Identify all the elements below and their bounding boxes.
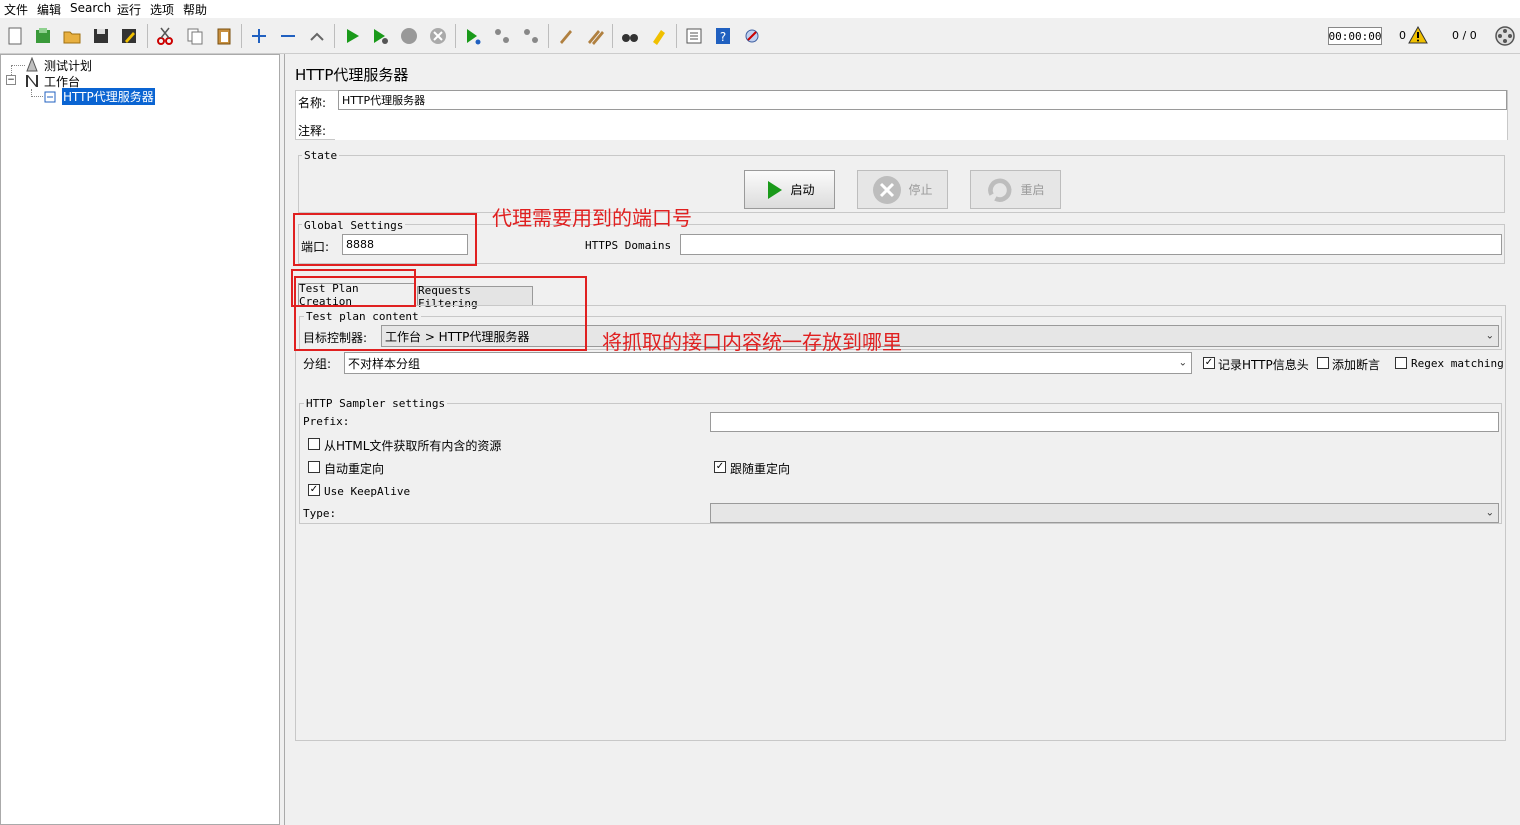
grouping-select[interactable]: 不对样本分组 ⌄ (344, 352, 1192, 374)
reset-search-icon[interactable] (647, 24, 671, 48)
chevron-down-icon: ⌄ (1485, 507, 1494, 519)
stop-circle-icon (873, 175, 902, 204)
menu-search[interactable]: Search (70, 1, 111, 15)
tree-item-test-plan[interactable]: 测试计划 (44, 57, 92, 74)
menu-options[interactable]: 选项 (150, 1, 174, 18)
add-assertions-label: 添加断言 (1332, 358, 1381, 372)
tree-item-http-proxy[interactable]: HTTP代理服务器 (62, 88, 155, 105)
start-no-pause-icon[interactable] (368, 24, 392, 48)
save-as-icon[interactable] (117, 24, 141, 48)
prefix-label: Prefix: (303, 415, 350, 428)
type-label: Type: (303, 507, 337, 520)
paste-icon[interactable] (212, 24, 236, 48)
keepalive-checkbox[interactable]: ✓ (308, 484, 320, 496)
toggle-icon[interactable] (305, 24, 329, 48)
test-plan-icon (24, 56, 40, 73)
collapse-icon[interactable] (276, 24, 300, 48)
menu-help[interactable]: 帮助 (183, 1, 207, 18)
restart-button-label: 重启 (1020, 183, 1045, 197)
menu-bar: 文件 编辑 Search 运行 选项 帮助 (0, 0, 1520, 18)
add-assertions-checkbox[interactable] (1317, 357, 1329, 369)
record-headers-checkbox[interactable]: ✓ (1203, 357, 1215, 369)
start-icon[interactable] (340, 24, 364, 48)
auto-redirect-checkbox[interactable] (308, 461, 320, 473)
tree-collapse-toggle[interactable]: − (6, 75, 16, 85)
start-button-label: 启动 (790, 183, 815, 197)
regex-matching-label: Regex matching (1411, 357, 1504, 370)
toolbar: ? 00:00:00 0 0 / 0 (0, 18, 1520, 54)
remote-start-icon[interactable] (461, 24, 485, 48)
restart-button[interactable]: 重启 (970, 170, 1061, 209)
restart-icon (988, 178, 1012, 202)
help-icon[interactable]: ? (711, 24, 735, 48)
search-icon[interactable] (618, 24, 642, 48)
retrieve-resources-checkbox[interactable] (308, 438, 320, 450)
follow-redirects-label: 跟随重定向 (730, 462, 791, 476)
clear-icon[interactable] (554, 24, 578, 48)
expand-icon[interactable] (247, 24, 271, 48)
tree-panel: 测试计划 − 工作台 HTTP代理服务器 (0, 54, 280, 825)
start-button[interactable]: 启动 (744, 170, 835, 209)
save-icon[interactable] (89, 24, 113, 48)
running-indicator-icon (1494, 25, 1516, 47)
follow-redirects-checkbox[interactable]: ✓ (714, 461, 726, 473)
retrieve-resources-label: 从HTML文件获取所有内含的资源 (324, 439, 502, 453)
stop-button-label: 停止 (908, 183, 933, 197)
warning-icon[interactable] (1408, 25, 1428, 44)
remote-icon[interactable] (740, 24, 764, 48)
https-domains-input[interactable] (680, 234, 1502, 255)
target-annotation: 将抓取的接口内容统一存放到哪里 (602, 330, 902, 354)
grouping-label: 分组: (303, 357, 332, 371)
shutdown-icon[interactable] (426, 24, 450, 48)
record-headers-label: 记录HTTP信息头 (1218, 358, 1309, 372)
comment-input[interactable] (335, 116, 1507, 140)
auto-redirect-label: 自动重定向 (324, 462, 385, 476)
port-annotation: 代理需要用到的端口号 (492, 206, 692, 230)
copy-icon[interactable] (183, 24, 207, 48)
prefix-input[interactable] (710, 412, 1499, 432)
chevron-down-icon: ⌄ (1178, 357, 1187, 369)
elapsed-timer: 00:00:00 (1328, 27, 1382, 45)
regex-matching-checkbox[interactable] (1395, 357, 1407, 369)
keepalive-label: Use KeepAlive (324, 485, 411, 498)
open-icon[interactable] (60, 24, 84, 48)
chevron-down-icon: ⌄ (1485, 330, 1494, 342)
menu-edit[interactable]: 编辑 (37, 1, 61, 18)
page-title: HTTP代理服务器 (295, 66, 409, 84)
comment-label: 注释: (298, 124, 327, 138)
http-sampler-legend: HTTP Sampler settings (304, 397, 448, 410)
name-label: 名称: (298, 96, 327, 110)
target-highlight-box (294, 276, 587, 351)
port-highlight-box (293, 213, 477, 266)
remote-exit-icon[interactable] (519, 24, 543, 48)
stop-button[interactable]: 停止 (857, 170, 948, 209)
proxy-server-icon (43, 90, 57, 104)
warning-count: 0 (1399, 29, 1406, 42)
menu-file[interactable]: 文件 (4, 1, 28, 18)
menu-run[interactable]: 运行 (117, 1, 141, 18)
cut-icon[interactable] (153, 24, 177, 48)
type-select[interactable]: ⌄ (710, 503, 1499, 523)
stop-icon[interactable] (397, 24, 421, 48)
clear-all-icon[interactable] (583, 24, 607, 48)
remote-stop-icon[interactable] (490, 24, 514, 48)
state-legend: State (302, 149, 340, 162)
main-panel: HTTP代理服务器 名称: HTTP代理服务器 注释: State 启动 停止 … (284, 54, 1520, 825)
svg-text:?: ? (720, 30, 726, 44)
name-input[interactable]: HTTP代理服务器 (338, 90, 1507, 110)
function-helper-icon[interactable] (682, 24, 706, 48)
new-icon[interactable] (3, 24, 27, 48)
workbench-icon (24, 73, 40, 89)
play-icon (768, 180, 783, 199)
https-domains-label: HTTPS Domains : (585, 239, 685, 252)
thread-count: 0 / 0 (1452, 29, 1477, 42)
templates-icon[interactable] (31, 24, 55, 48)
grouping-value: 不对样本分组 (348, 356, 421, 371)
